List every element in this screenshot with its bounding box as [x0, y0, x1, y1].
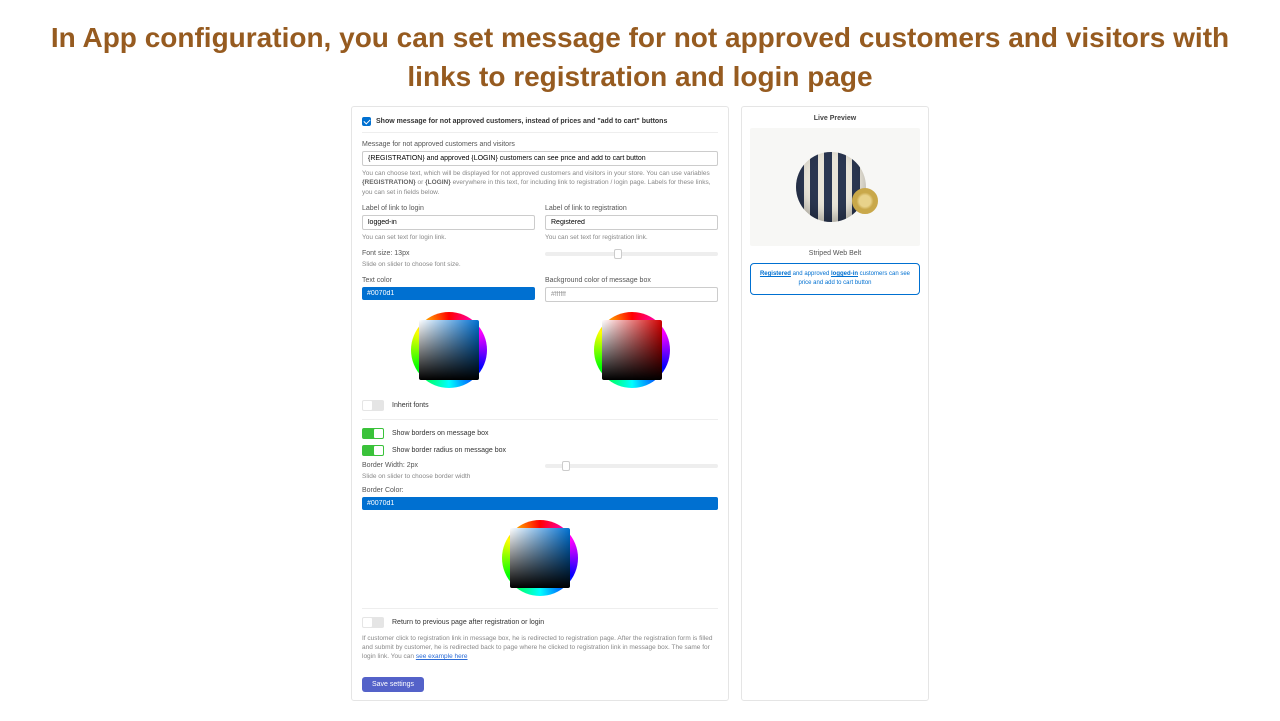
text-color-input[interactable]: [362, 287, 535, 300]
message-label: Message for not approved customers and v…: [362, 141, 718, 148]
show-borders-toggle[interactable]: [362, 428, 384, 439]
font-size-label: Font size: 13px: [362, 250, 535, 257]
text-color-picker[interactable]: [411, 312, 487, 388]
show-radius-label: Show border radius on message box: [392, 447, 506, 454]
page-title: In App configuration, you can set messag…: [0, 0, 1280, 106]
show-radius-toggle[interactable]: [362, 445, 384, 456]
font-size-thumb[interactable]: [614, 249, 622, 259]
preview-registration-link[interactable]: Registered: [760, 271, 791, 277]
border-width-help: Slide on slider to choose border width: [362, 472, 535, 481]
registration-link-label: Label of link to registration: [545, 205, 718, 212]
preview-message-box: Registered and approved logged-in custom…: [750, 263, 920, 295]
preview-title: Live Preview: [750, 115, 920, 122]
show-message-label: Show message for not approved customers,…: [376, 118, 667, 125]
bg-color-picker[interactable]: [594, 312, 670, 388]
text-color-label: Text color: [362, 277, 535, 284]
save-settings-button[interactable]: Save settings: [362, 677, 424, 692]
login-link-input[interactable]: [362, 215, 535, 230]
message-input[interactable]: [362, 151, 718, 166]
login-help: You can set text for login link.: [362, 233, 535, 242]
product-image: [750, 128, 920, 246]
message-help: You can choose text, which will be displ…: [362, 169, 718, 196]
product-name: Striped Web Belt: [750, 250, 920, 257]
bg-color-input[interactable]: [545, 287, 718, 302]
preview-panel: Live Preview Striped Web Belt Registered…: [741, 106, 929, 701]
return-help: If customer click to registration link i…: [362, 634, 718, 661]
return-previous-toggle[interactable]: [362, 617, 384, 628]
border-color-picker[interactable]: [502, 520, 578, 596]
return-previous-label: Return to previous page after registrati…: [392, 619, 544, 626]
border-color-label: Border Color:: [362, 487, 718, 494]
show-message-checkbox[interactable]: [362, 117, 371, 126]
bg-color-label: Background color of message box: [545, 277, 718, 284]
registration-link-input[interactable]: [545, 215, 718, 230]
see-example-link[interactable]: see example here: [416, 653, 468, 660]
registration-help: You can set text for registration link.: [545, 233, 718, 242]
font-size-help: Slide on slider to choose font size.: [362, 260, 535, 269]
login-link-label: Label of link to login: [362, 205, 535, 212]
inherit-fonts-label: Inherit fonts: [392, 402, 429, 409]
border-width-label: Border Width: 2px: [362, 462, 535, 469]
border-color-input[interactable]: [362, 497, 718, 510]
border-width-thumb[interactable]: [562, 461, 570, 471]
app-container: Show message for not approved customers,…: [0, 106, 1280, 721]
border-width-slider[interactable]: [545, 464, 718, 468]
show-message-row: Show message for not approved customers,…: [362, 115, 718, 133]
inherit-fonts-toggle[interactable]: [362, 400, 384, 411]
show-borders-label: Show borders on message box: [392, 430, 489, 437]
font-size-slider[interactable]: [545, 252, 718, 256]
config-panel: Show message for not approved customers,…: [351, 106, 729, 701]
preview-login-link[interactable]: logged-in: [831, 271, 858, 277]
